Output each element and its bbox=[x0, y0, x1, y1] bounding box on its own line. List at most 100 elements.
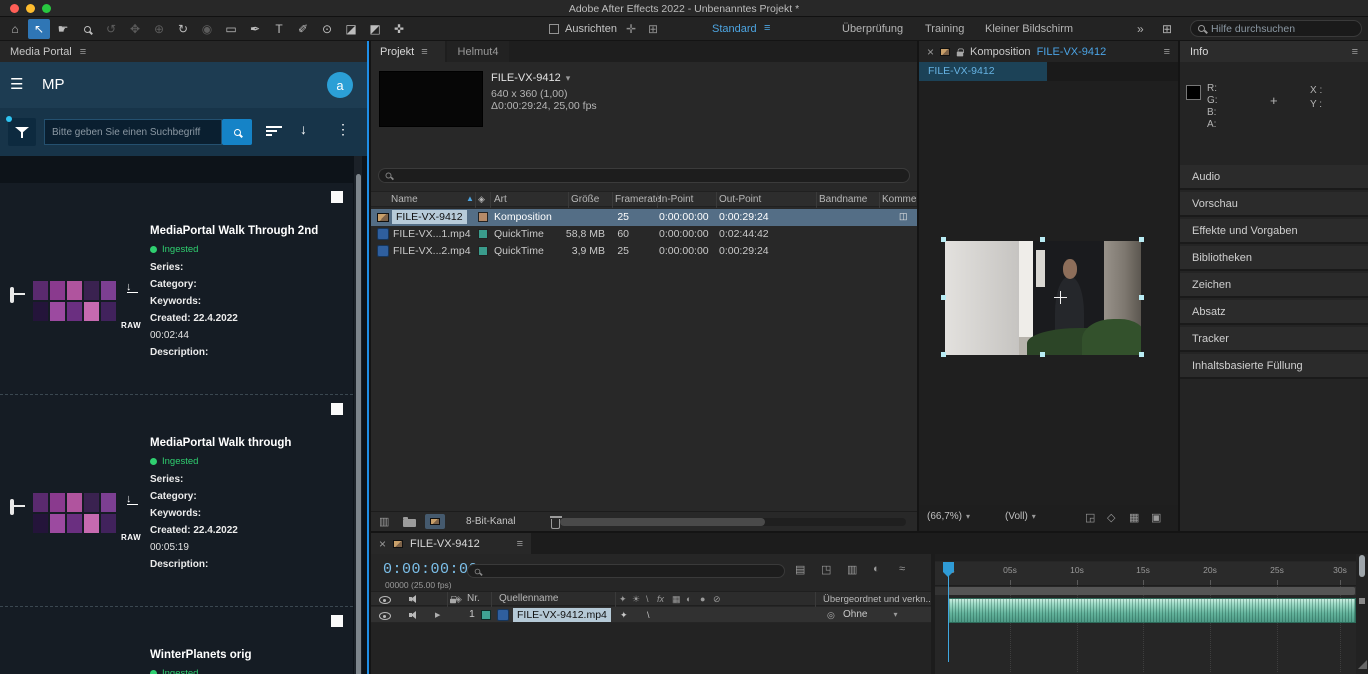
chevron-down-icon[interactable]: ▾ bbox=[566, 73, 571, 84]
thumbnail-strip[interactable] bbox=[33, 281, 119, 321]
column-size[interactable]: Größe bbox=[571, 194, 599, 205]
layer-audio-toggle[interactable] bbox=[409, 610, 419, 620]
layer-shy-icon[interactable]: ✦ bbox=[620, 610, 628, 621]
lock-icon[interactable] bbox=[957, 51, 963, 56]
column-in-point[interactable]: In-Point bbox=[659, 194, 693, 205]
anchor-point[interactable] bbox=[1054, 291, 1067, 304]
panel-tab-vorschau[interactable]: Vorschau bbox=[1180, 192, 1368, 217]
zoom-level-select[interactable]: (66,7%) ▾ bbox=[927, 511, 970, 522]
panel-menu-icon[interactable]: ≡ bbox=[421, 46, 427, 58]
info-panel-header[interactable]: Info ≡ bbox=[1180, 41, 1368, 62]
scrollbar-thumb[interactable] bbox=[356, 174, 361, 674]
panel-tab-effekte[interactable]: Effekte und Vorgaben bbox=[1180, 219, 1368, 244]
download-asset-icon[interactable]: ↓ bbox=[126, 493, 132, 505]
card-select-checkbox[interactable] bbox=[331, 615, 343, 627]
channels-icon[interactable]: ◇ bbox=[1107, 511, 1115, 524]
camera-tool[interactable]: ◉ bbox=[196, 19, 218, 39]
draft-3d-icon[interactable]: ◳ bbox=[821, 563, 831, 576]
card-select-checkbox[interactable] bbox=[331, 403, 343, 415]
workspace-overflow-icon[interactable]: » bbox=[1137, 22, 1144, 36]
panel-tab-tracker[interactable]: Tracker bbox=[1180, 327, 1368, 352]
media-search-input[interactable] bbox=[52, 127, 214, 138]
time-navigator[interactable] bbox=[935, 554, 1356, 561]
new-folder-icon[interactable] bbox=[403, 519, 416, 527]
project-row[interactable]: FILE-VX...2.mp4 QuickTime 3,9 MB 25 0:00… bbox=[371, 243, 917, 260]
row-name[interactable]: FILE-VX-9412 bbox=[392, 210, 467, 224]
layer-row[interactable]: ▶ 1 FILE-VX-9412.mp4 ✦ \ ◎ Ohne ▾ bbox=[371, 607, 931, 623]
panel-tab-audio[interactable]: Audio bbox=[1180, 165, 1368, 190]
rotation-tool[interactable]: ↻ bbox=[172, 19, 194, 39]
project-search-input[interactable] bbox=[397, 170, 903, 181]
panel-tab-zeichen[interactable]: Zeichen bbox=[1180, 273, 1368, 298]
snapshot-icon[interactable]: ◲ bbox=[1085, 511, 1095, 524]
orbit-camera-tool[interactable]: ↺ bbox=[100, 19, 122, 39]
clone-stamp-tool[interactable]: ⊙ bbox=[316, 19, 338, 39]
media-search-button[interactable] bbox=[222, 119, 252, 145]
selection-handle[interactable] bbox=[1139, 352, 1144, 357]
layer-label-swatch[interactable] bbox=[481, 610, 491, 620]
card-select-checkbox[interactable] bbox=[331, 191, 343, 203]
column-comment[interactable]: Komme bbox=[882, 194, 916, 205]
column-out-point[interactable]: Out-Point bbox=[719, 194, 761, 205]
mask-shape-tool[interactable]: ▭ bbox=[220, 19, 242, 39]
project-row-selected[interactable]: FILE-VX-9412 Komposition 25 0:00:00:00 0… bbox=[371, 209, 917, 226]
panel-tab-bibliotheken[interactable]: Bibliotheken bbox=[1180, 246, 1368, 271]
row-name[interactable]: FILE-VX...2.mp4 bbox=[393, 245, 471, 257]
avatar[interactable]: a bbox=[327, 72, 353, 98]
tab-timeline-comp[interactable]: × FILE-VX-9412 ≡ bbox=[371, 533, 531, 554]
sort-list-button[interactable] bbox=[266, 126, 282, 138]
layer-source-name[interactable]: FILE-VX-9412.mp4 bbox=[513, 608, 611, 622]
bit-depth-button[interactable]: 8-Bit-Kanal bbox=[466, 516, 515, 527]
pan-camera-tool[interactable]: ✥ bbox=[124, 19, 146, 39]
panel-menu-icon[interactable]: ≡ bbox=[80, 46, 86, 58]
kebab-menu-icon[interactable]: ⋮ bbox=[336, 121, 350, 138]
composition-panel-header[interactable]: × Komposition FILE-VX-9412 ≡ bbox=[919, 41, 1178, 62]
media-portal-panel-header[interactable]: Media Portal ≡ bbox=[0, 41, 367, 62]
layer-twirl-icon[interactable]: ▶ bbox=[435, 611, 440, 619]
composition-viewport[interactable] bbox=[919, 81, 1178, 505]
workspace-tab-standard[interactable]: Standard bbox=[712, 23, 757, 35]
column-framerate[interactable]: Framerate bbox=[615, 194, 661, 205]
panel-menu-icon[interactable]: ≡ bbox=[1352, 46, 1358, 58]
workspace-menu-icon[interactable]: ≡ bbox=[764, 22, 770, 34]
brush-tool[interactable]: ✐ bbox=[292, 19, 314, 39]
snap-icon[interactable]: ⊞ bbox=[645, 22, 661, 36]
target-icon[interactable]: ✛ bbox=[623, 22, 639, 36]
new-composition-button[interactable] bbox=[425, 514, 445, 529]
composition-flowchart-icon[interactable]: ▤ bbox=[795, 563, 805, 576]
project-table-header[interactable]: Name ▲ ◈ Art Größe Framerate In-Point Ou… bbox=[371, 191, 917, 207]
thumbnail-strip[interactable] bbox=[33, 493, 119, 533]
region-of-interest-icon[interactable]: ▣ bbox=[1151, 511, 1161, 524]
resize-grip-icon[interactable] bbox=[1358, 660, 1367, 669]
close-icon[interactable]: × bbox=[927, 45, 934, 59]
label-color-swatch[interactable] bbox=[478, 246, 488, 256]
label-color-swatch[interactable] bbox=[478, 229, 488, 239]
filter-button[interactable] bbox=[8, 118, 36, 146]
selection-handle[interactable] bbox=[1040, 352, 1045, 357]
column-type[interactable]: Art bbox=[494, 194, 507, 205]
workspace-tab-training[interactable]: Training bbox=[925, 23, 964, 35]
media-card[interactable]: WinterPlanets orig Ingested bbox=[0, 607, 353, 674]
layer-duration-bar[interactable] bbox=[948, 598, 1356, 623]
transparency-grid-icon[interactable]: ▦ bbox=[1129, 511, 1139, 524]
zoom-tool[interactable] bbox=[76, 19, 98, 39]
media-card[interactable]: MediaPortal Walk through Ingested Series… bbox=[0, 395, 353, 607]
panel-menu-icon[interactable]: ≡ bbox=[517, 538, 523, 550]
column-source-name[interactable]: Quellenname bbox=[499, 593, 558, 604]
tab-composition[interactable]: FILE-VX-9412 bbox=[919, 62, 1047, 81]
video-frame[interactable] bbox=[945, 241, 1141, 355]
selection-tool[interactable]: ↖ bbox=[28, 19, 50, 39]
composition-panel-comp-name[interactable]: FILE-VX-9412 bbox=[1037, 46, 1107, 58]
pen-tool[interactable]: ✒ bbox=[244, 19, 266, 39]
timeline-search-input[interactable] bbox=[486, 566, 778, 577]
label-color-swatch[interactable] bbox=[478, 212, 488, 222]
close-icon[interactable]: × bbox=[379, 537, 386, 551]
motion-blur-icon[interactable]: ◐ bbox=[873, 563, 880, 575]
help-search-input[interactable] bbox=[1211, 23, 1354, 35]
current-timecode[interactable]: 0:00:00:00 bbox=[383, 561, 478, 578]
frame-blend-icon[interactable]: ▥ bbox=[847, 563, 857, 576]
project-item-name-row[interactable]: FILE-VX-9412 ▾ bbox=[491, 72, 570, 84]
panel-menu-icon[interactable]: ≡ bbox=[1164, 46, 1170, 58]
layer-visibility-toggle[interactable] bbox=[379, 610, 390, 620]
workspace-tab-ueberpruefung[interactable]: Überprüfung bbox=[842, 23, 903, 35]
